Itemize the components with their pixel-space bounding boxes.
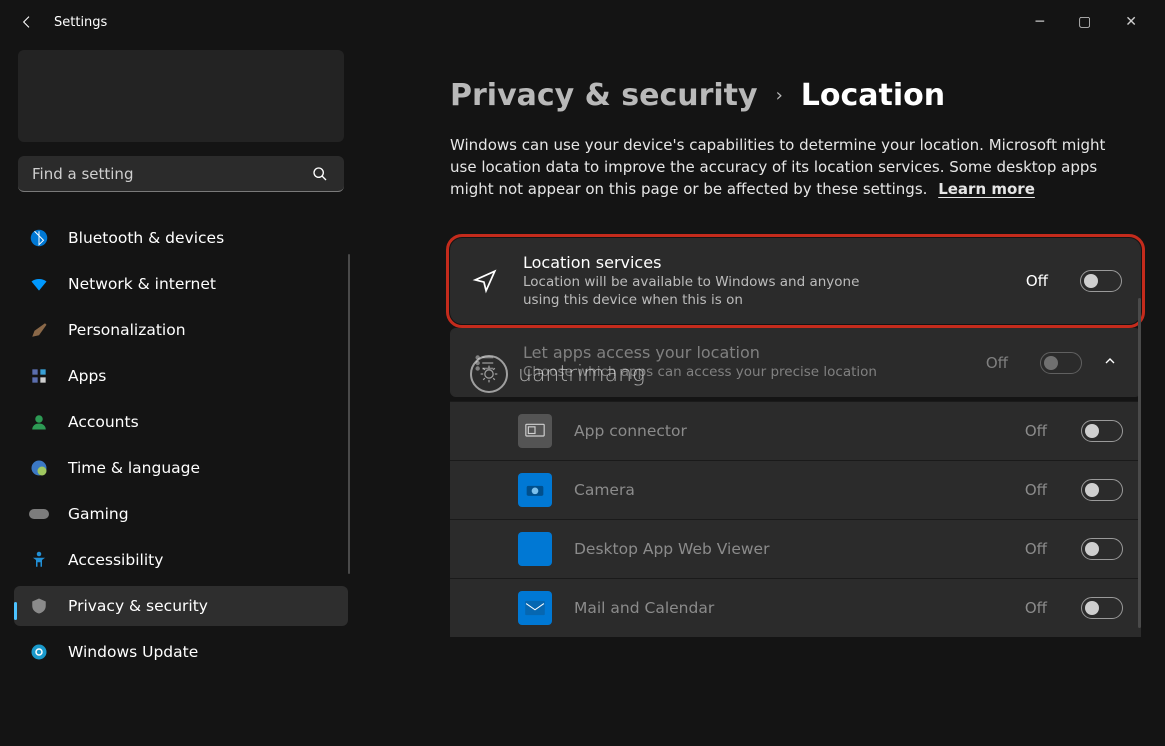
app-toggle[interactable] bbox=[1081, 479, 1123, 501]
card-subtitle: Choose which apps can access your precis… bbox=[523, 364, 883, 382]
app-icon bbox=[518, 414, 552, 448]
breadcrumb: Privacy & security › Location bbox=[450, 78, 1141, 113]
close-button[interactable]: ✕ bbox=[1125, 14, 1137, 30]
sidebar-item-label: Accessibility bbox=[68, 551, 163, 569]
selection-indicator bbox=[14, 602, 17, 620]
sidebar-item-personalization[interactable]: Personalization bbox=[14, 310, 348, 350]
sidebar-item-label: Network & internet bbox=[68, 275, 216, 293]
sidebar-item-bluetooth[interactable]: Bluetooth & devices bbox=[14, 218, 348, 258]
sidebar-item-label: Time & language bbox=[68, 459, 200, 477]
sidebar-item-privacy[interactable]: Privacy & security bbox=[14, 586, 348, 626]
app-list: App connector Off Camera Off Desktop App… bbox=[450, 401, 1141, 637]
camera-icon bbox=[518, 473, 552, 507]
app-icon bbox=[518, 532, 552, 566]
bluetooth-icon bbox=[28, 227, 50, 249]
card-subtitle: Location will be available to Windows an… bbox=[523, 274, 883, 309]
toggle-state: Off bbox=[1026, 272, 1048, 290]
sidebar-item-apps[interactable]: Apps bbox=[14, 356, 348, 396]
app-toggle[interactable] bbox=[1081, 597, 1123, 619]
gamepad-icon bbox=[28, 503, 50, 525]
sidebar-item-label: Privacy & security bbox=[68, 597, 208, 615]
update-icon bbox=[28, 641, 50, 663]
wifi-icon bbox=[28, 273, 50, 295]
app-name: Camera bbox=[574, 481, 1003, 499]
paintbrush-icon bbox=[28, 319, 50, 341]
search-input[interactable] bbox=[18, 156, 344, 192]
toggle-state: Off bbox=[986, 354, 1008, 372]
chevron-right-icon: › bbox=[776, 85, 783, 106]
sidebar-item-gaming[interactable]: Gaming bbox=[14, 494, 348, 534]
shield-icon bbox=[28, 595, 50, 617]
card-title: Let apps access your location bbox=[523, 343, 966, 362]
sidebar-item-accounts[interactable]: Accounts bbox=[14, 402, 348, 442]
back-button[interactable] bbox=[10, 14, 44, 30]
chevron-up-icon[interactable] bbox=[1102, 353, 1122, 373]
toggle-state: Off bbox=[1025, 422, 1047, 440]
list-icon bbox=[467, 352, 503, 374]
search-icon bbox=[312, 166, 328, 186]
page-title: Location bbox=[801, 78, 945, 113]
mail-icon bbox=[518, 591, 552, 625]
sidebar-item-update[interactable]: Windows Update bbox=[14, 632, 348, 672]
app-access-card[interactable]: Let apps access your location Choose whi… bbox=[450, 328, 1141, 397]
sidebar-scrollbar[interactable] bbox=[348, 254, 350, 574]
breadcrumb-parent[interactable]: Privacy & security bbox=[450, 78, 758, 113]
page-description: Windows can use your device's capabiliti… bbox=[450, 135, 1115, 200]
accessibility-icon bbox=[28, 549, 50, 571]
sidebar-item-label: Apps bbox=[68, 367, 106, 385]
nav-list: Bluetooth & devices Network & internet P… bbox=[14, 218, 348, 672]
profile-card[interactable] bbox=[18, 50, 344, 142]
sidebar-item-label: Bluetooth & devices bbox=[68, 229, 224, 247]
person-icon bbox=[28, 411, 50, 433]
toggle-state: Off bbox=[1025, 481, 1047, 499]
location-arrow-icon bbox=[467, 268, 503, 294]
toggle-state: Off bbox=[1025, 540, 1047, 558]
sidebar-item-time[interactable]: Time & language bbox=[14, 448, 348, 488]
app-name: App connector bbox=[574, 422, 1003, 440]
sidebar-item-label: Accounts bbox=[68, 413, 139, 431]
app-row-camera: Camera Off bbox=[450, 460, 1141, 519]
app-row-connector: App connector Off bbox=[450, 401, 1141, 460]
toggle-state: Off bbox=[1025, 599, 1047, 617]
app-name: Desktop App Web Viewer bbox=[574, 540, 1003, 558]
clock-globe-icon bbox=[28, 457, 50, 479]
card-title: Location services bbox=[523, 253, 1006, 272]
sidebar-item-label: Windows Update bbox=[68, 643, 198, 661]
sidebar-item-label: Gaming bbox=[68, 505, 129, 523]
sidebar-item-label: Personalization bbox=[68, 321, 186, 339]
app-row-desktop-web-viewer: Desktop App Web Viewer Off bbox=[450, 519, 1141, 578]
app-toggle[interactable] bbox=[1081, 538, 1123, 560]
learn-more-link[interactable]: Learn more bbox=[938, 180, 1035, 198]
app-title: Settings bbox=[54, 15, 107, 30]
apps-icon bbox=[28, 365, 50, 387]
location-services-card[interactable]: Location services Location will be avail… bbox=[450, 238, 1141, 324]
app-toggle[interactable] bbox=[1081, 420, 1123, 442]
main-scrollbar[interactable] bbox=[1138, 298, 1141, 628]
minimize-button[interactable]: ─ bbox=[1036, 14, 1044, 30]
maximize-button[interactable]: ▢ bbox=[1078, 14, 1091, 30]
sidebar-item-accessibility[interactable]: Accessibility bbox=[14, 540, 348, 580]
app-name: Mail and Calendar bbox=[574, 599, 1003, 617]
app-row-mail-calendar: Mail and Calendar Off bbox=[450, 578, 1141, 637]
sidebar-item-network[interactable]: Network & internet bbox=[14, 264, 348, 304]
app-access-toggle[interactable] bbox=[1040, 352, 1082, 374]
location-services-toggle[interactable] bbox=[1080, 270, 1122, 292]
